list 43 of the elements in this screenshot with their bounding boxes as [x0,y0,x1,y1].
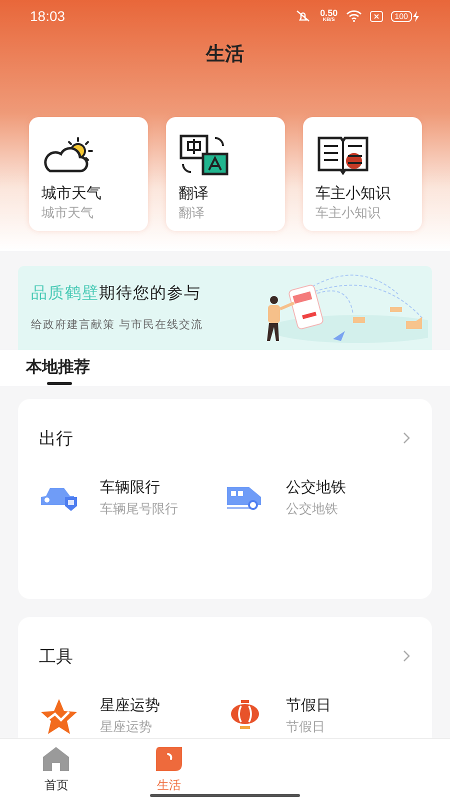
banner-headline: 品质鹤壁期待您的参与 [31,284,202,304]
charging-icon [412,10,420,22]
service-item[interactable]: 节假日 节假日 [225,695,411,737]
quick-card-title: 城市天气 [42,184,102,204]
quick-card-subtitle: 城市天气 [42,204,94,222]
battery-level: 100 [390,10,412,22]
service-item[interactable]: 公交地铁 公交地铁 [225,477,411,519]
service-item[interactable]: 车辆限行 车辆尾号限行 [39,477,225,519]
service-title: 节假日 [286,696,331,716]
group-title: 工具 [39,646,73,668]
quick-card-title: 车主小知识 [316,184,390,204]
network-speed: 0.50 [320,9,338,18]
service-subtitle: 星座运势 [100,718,153,736]
quick-card[interactable]: 城市天气 城市天气 [28,116,148,230]
banner-subtitle: 给政府建言献策 与市民在线交流 [31,318,204,333]
promo-banner[interactable]: 品质鹤壁期待您的参与 给政府建言献策 与市民在线交流 [18,266,432,350]
chevron-right-icon[interactable] [403,650,411,662]
quick-card-subtitle: 翻译 [178,204,204,222]
quick-card[interactable]: 翻译 翻译 [166,116,284,230]
quick-card-subtitle: 车主小知识 [316,204,380,222]
service-title: 车辆限行 [100,478,161,498]
page-title: 生活 [206,43,244,67]
service-subtitle: 节假日 [286,718,326,736]
tab-indicator [47,382,72,384]
sim-icon [370,10,383,22]
service-subtitle: 车辆尾号限行 [100,500,178,518]
section-tab[interactable]: 本地推荐 [26,350,90,386]
service-title: 星座运势 [100,696,160,716]
translate-icon [178,134,230,176]
service-item[interactable]: 星座运势 星座运势 [39,695,225,737]
service-title: 公交地铁 [286,478,346,498]
book-icon [316,134,370,174]
group-title: 出行 [39,428,73,450]
service-subtitle: 公交地铁 [286,500,339,518]
quick-card[interactable]: 车主小知识 车主小知识 [302,116,422,230]
home-icon [42,746,70,772]
wifi-icon [346,10,362,22]
quick-card-title: 翻译 [178,184,208,204]
star-icon [39,698,79,734]
status-time: 18:03 [30,6,66,26]
leaf-icon [154,746,183,772]
nav-tab[interactable]: 首页 [0,739,112,800]
chevron-right-icon[interactable] [403,432,411,444]
